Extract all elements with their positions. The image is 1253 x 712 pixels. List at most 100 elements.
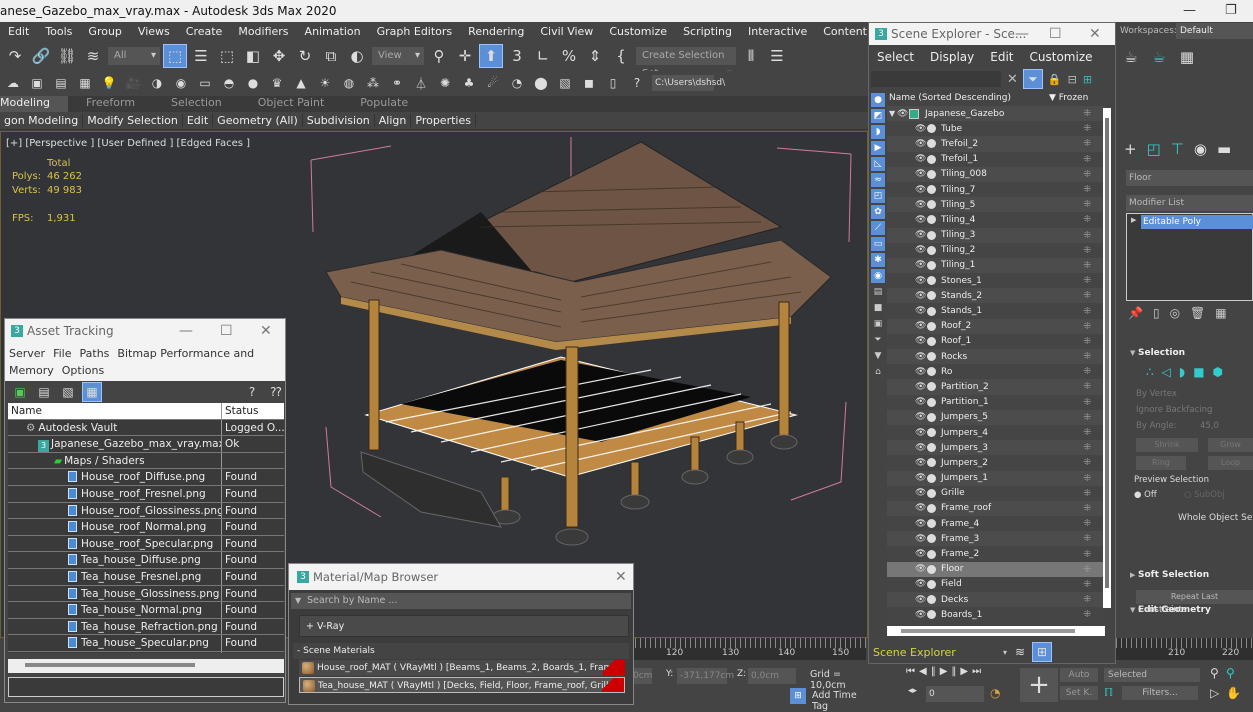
- visibility-eye-icon[interactable]: 👁: [915, 169, 926, 179]
- scene-object-row[interactable]: 👁 Roof_1 ⁜: [887, 333, 1105, 349]
- material-search-input[interactable]: ▼ Search by Name ...: [291, 593, 631, 609]
- freeze-icon[interactable]: ⁜: [1083, 154, 1091, 165]
- freeze-icon[interactable]: ⁜: [1083, 488, 1091, 499]
- keyboard-shortcut-override-icon[interactable]: ⬆: [479, 43, 503, 68]
- visibility-eye-icon[interactable]: 👁: [915, 579, 926, 589]
- current-frame-field[interactable]: 0: [926, 686, 984, 702]
- half-sphere-icon[interactable]: ◑: [148, 74, 166, 92]
- asset-menu-item[interactable]: File: [53, 347, 71, 360]
- asset-menu-item[interactable]: Paths: [80, 347, 110, 360]
- scene-list-hscrollbar[interactable]: [887, 626, 1105, 636]
- device-icon[interactable]: ▯: [604, 74, 622, 92]
- render-dot-icon[interactable]: [927, 306, 936, 316]
- hierarchy-expand-icon[interactable]: ⊞: [1083, 73, 1092, 86]
- mirror-icon[interactable]: ⫴: [740, 45, 762, 67]
- visibility-eye-icon[interactable]: 👁: [915, 519, 926, 529]
- freeze-icon[interactable]: ⁜: [1083, 457, 1091, 468]
- render-dot-icon[interactable]: [927, 382, 936, 392]
- ribbon-panel[interactable]: Properties: [411, 114, 476, 127]
- menu-item[interactable]: Group: [80, 25, 130, 38]
- render-production-icon[interactable]: ☕: [1148, 46, 1170, 68]
- hidden-filter-icon[interactable]: ◉: [871, 269, 885, 283]
- filter-icon[interactable]: ⏷: [1022, 69, 1043, 89]
- zoom-icon[interactable]: ⚲: [1210, 666, 1219, 680]
- render-dot-icon[interactable]: [927, 185, 936, 195]
- ribbon-tab[interactable]: Populate: [342, 96, 426, 112]
- scene-object-row[interactable]: 👁 Tiling_5 ⁜: [887, 197, 1105, 213]
- column-name-header[interactable]: Name (Sorted Descending): [889, 93, 1011, 103]
- selection-rollout[interactable]: Selection: [1124, 345, 1253, 361]
- spinner-snap-icon[interactable]: ⇕: [584, 45, 606, 67]
- modifier-list-dropdown[interactable]: Modifier List: [1126, 195, 1253, 211]
- link-icon[interactable]: 🔗: [30, 45, 52, 67]
- shrink-button[interactable]: Shrink: [1136, 438, 1198, 452]
- scene-object-row[interactable]: 👁 Frame_roof ⁜: [887, 500, 1105, 517]
- viewport-label[interactable]: [+] [Perspective ] [User Defined ] [Edge…: [6, 138, 250, 149]
- rotate-icon[interactable]: ↻: [294, 45, 316, 67]
- selection-set-dropdown[interactable]: Create Selection Set: [636, 46, 736, 83]
- scene-root-node[interactable]: ▼ 👁 Japanese_Gazebo ⁜: [887, 106, 1105, 122]
- playback-controls[interactable]: ⏮◀‖▶‖▶⏭: [906, 666, 985, 677]
- asset-row[interactable]: House_roof_Fresnel.png Found: [8, 485, 284, 503]
- loop-button[interactable]: Loop: [1208, 456, 1253, 470]
- scene-list-scrollbar[interactable]: [1103, 108, 1111, 608]
- freeze-icon[interactable]: ⁜: [1083, 108, 1091, 119]
- visibility-eye-icon[interactable]: 👁: [915, 534, 926, 544]
- redo-icon[interactable]: ↷: [4, 45, 26, 67]
- minimize-button[interactable]: —: [1015, 23, 1029, 45]
- by-angle-checkbox[interactable]: By Angle:: [1136, 421, 1177, 431]
- render-dot-icon[interactable]: [927, 549, 936, 559]
- bind-space-warp-icon[interactable]: ≋: [82, 45, 104, 67]
- scene-object-row[interactable]: 👁 Jumpers_4 ⁜: [887, 424, 1105, 441]
- scene-object-row[interactable]: 👁 Decks ⁜: [887, 592, 1105, 608]
- ignore-backfacing-checkbox[interactable]: Ignore Backfacing: [1136, 405, 1212, 415]
- scene-explorer-menu-item[interactable]: Customize: [1022, 50, 1101, 64]
- scene-object-row[interactable]: 👁 Frame_2 ⁜: [887, 546, 1105, 562]
- render-dot-icon[interactable]: [927, 200, 936, 210]
- auto-key-button[interactable]: Auto: [1060, 668, 1098, 682]
- freeze-icon[interactable]: ⁜: [1083, 381, 1091, 392]
- asset-row[interactable]: Tea_house_Glossiness.png Found: [8, 585, 284, 603]
- menu-item[interactable]: Graph Editors: [369, 25, 461, 38]
- scene-materials-group[interactable]: - Scene Materials: [293, 643, 629, 659]
- explorer-dropdown[interactable]: Scene Explorer: [869, 646, 999, 659]
- shapes-filter-icon[interactable]: ◩: [871, 109, 885, 123]
- key-mode-toggle-icon[interactable]: ◂▸: [908, 686, 917, 696]
- visibility-eye-icon[interactable]: 👁: [915, 367, 926, 377]
- menu-item[interactable]: Civil View: [532, 25, 601, 38]
- material-editor-icon[interactable]: ⬤: [532, 74, 550, 92]
- vault-icon[interactable]: ▣: [11, 383, 29, 401]
- render-dot-icon[interactable]: [927, 352, 936, 362]
- pivot-center-icon[interactable]: ⚲: [428, 45, 450, 67]
- expand-arrow-icon[interactable]: ▶: [1131, 216, 1136, 224]
- visibility-eye-icon[interactable]: 👁: [915, 336, 926, 346]
- visibility-eye-icon[interactable]: 👁: [915, 185, 926, 195]
- maximize-button[interactable]: ☐: [220, 319, 233, 343]
- freeze-icon[interactable]: ⁜: [1083, 321, 1091, 332]
- sphere-light-icon[interactable]: ●: [244, 74, 262, 92]
- scene-object-row[interactable]: 👁 Tiling_008 ⁜: [887, 166, 1105, 182]
- scene-object-row[interactable]: 👁 Jumpers_5 ⁜: [887, 409, 1105, 425]
- display-tab-icon[interactable]: ▬: [1217, 140, 1231, 158]
- xrefs-filter-icon[interactable]: ✿: [871, 205, 885, 219]
- select-object-icon[interactable]: ⬚: [163, 43, 187, 68]
- render-frame-icon[interactable]: ▣: [28, 74, 46, 92]
- scene-object-row[interactable]: 👁 Tiling_2 ⁜: [887, 242, 1105, 258]
- scene-object-row[interactable]: 👁 Stones_1 ⁜: [887, 273, 1105, 289]
- visibility-eye-icon[interactable]: 👁: [915, 139, 926, 149]
- restore-button[interactable]: ❐: [1225, 0, 1237, 22]
- visibility-eye-icon[interactable]: 👁: [915, 473, 926, 483]
- freeze-icon[interactable]: ⁜: [1083, 397, 1091, 408]
- collapse-arrow-icon[interactable]: ▼: [889, 109, 895, 118]
- column-frozen-header[interactable]: ▼ Frozen: [1049, 91, 1088, 106]
- grow-button[interactable]: Grow: [1208, 438, 1253, 452]
- scene-object-row[interactable]: 👁 Jumpers_3 ⁜: [887, 440, 1105, 456]
- visibility-eye-icon[interactable]: 👁: [915, 397, 926, 407]
- render-dot-icon[interactable]: [927, 139, 936, 149]
- freeze-icon[interactable]: ⁜: [1083, 290, 1091, 301]
- asset-row[interactable]: ▰ Maps / Shaders: [8, 452, 284, 470]
- material-item-tea-house[interactable]: Tea_house_MAT ( VRayMtl ) [Decks, Field,…: [299, 677, 625, 693]
- zoom-all-icon[interactable]: ⚲: [1226, 666, 1235, 680]
- render-dot-icon[interactable]: [927, 564, 936, 574]
- column-header-name[interactable]: Name: [8, 403, 222, 419]
